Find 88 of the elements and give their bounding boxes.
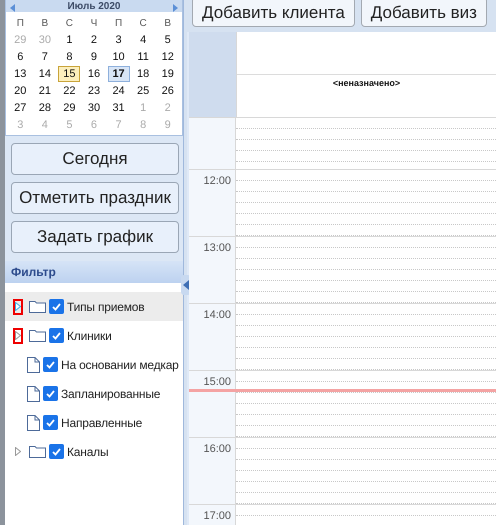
calendar-day[interactable]: 31	[108, 100, 130, 116]
folder-icon	[29, 300, 46, 313]
calendar-day[interactable]: 28	[34, 100, 56, 116]
previous-month-icon[interactable]	[10, 4, 15, 12]
weekday-label: Ч	[90, 17, 98, 31]
tree-item-label: На основании медкар	[61, 358, 179, 372]
tree-item[interactable]: Клиники	[5, 321, 183, 350]
checkbox[interactable]	[43, 415, 58, 430]
checkmark-icon	[46, 360, 55, 368]
calendar-day[interactable]: 19	[156, 66, 179, 82]
time-label: 15:00	[203, 376, 231, 389]
weekday-label: П	[16, 17, 25, 31]
tree-item[interactable]: Типы приемов	[5, 292, 183, 321]
calendar-day[interactable]: 1	[58, 32, 80, 48]
tree-item[interactable]: Каналы	[5, 437, 183, 466]
expand-triangle-icon[interactable]	[15, 302, 21, 311]
document-icon	[27, 414, 40, 430]
calendar-day[interactable]: 29	[58, 100, 80, 116]
calendar-day[interactable]: 5	[156, 32, 179, 48]
time-label: 13:00	[203, 242, 231, 255]
calendar-day[interactable]: 23	[82, 83, 105, 99]
checkbox[interactable]	[43, 357, 58, 372]
folder-icon	[29, 329, 46, 342]
calendar-day[interactable]: 3	[108, 32, 130, 48]
tree-item-label: Направленные	[61, 416, 142, 430]
calendar-day[interactable]: 4	[132, 32, 154, 48]
sidebar-button[interactable]: Задать график	[11, 221, 179, 253]
weekday-label: С	[138, 17, 148, 31]
calendar-day[interactable]: 21	[34, 83, 56, 99]
calendar-day[interactable]: 22	[58, 83, 80, 99]
calendar-day[interactable]: 8	[58, 49, 80, 65]
calendar-day[interactable]: 20	[9, 83, 32, 99]
calendar-day[interactable]: 15	[58, 66, 80, 82]
column-title: <неназначено>	[332, 77, 402, 88]
toolbar-button[interactable]: Добавить клиента	[192, 0, 355, 27]
calendar-day[interactable]: 14	[34, 66, 56, 82]
calendar-day[interactable]: 17	[108, 66, 130, 82]
time-label: 16:00	[203, 443, 231, 456]
tree-item[interactable]: На основании медкар	[5, 350, 183, 379]
calendar-day[interactable]: 30	[82, 100, 105, 116]
tree-item-label: Клиники	[67, 328, 112, 342]
calendar-day[interactable]: 7	[34, 49, 56, 65]
checkmark-icon	[52, 448, 61, 456]
weekday-label: В	[40, 17, 50, 31]
checkbox[interactable]	[49, 299, 64, 314]
time-label: 14:00	[203, 309, 231, 322]
time-label: 17:00	[203, 510, 231, 523]
calendar-day[interactable]: 12	[156, 49, 179, 65]
calendar-day[interactable]: 24	[108, 83, 130, 99]
sidebar-button[interactable]: Отметить праздник	[11, 182, 179, 214]
time-label: 12:00	[203, 175, 231, 188]
weekday-label: П	[114, 17, 124, 31]
folder-icon	[29, 445, 46, 458]
checkbox[interactable]	[43, 386, 58, 401]
checkmark-icon	[52, 302, 61, 310]
tree-item-label: Запланированные	[61, 386, 160, 400]
document-icon	[27, 386, 40, 402]
checkbox[interactable]	[49, 444, 64, 459]
toolbar-button[interactable]: Добавить виз	[360, 0, 487, 27]
next-month-icon[interactable]	[172, 4, 178, 12]
calendar-day[interactable]: 9	[82, 49, 105, 65]
filter-title: Фильтр	[11, 265, 56, 279]
weekday-label: С	[64, 17, 74, 31]
calendar-day[interactable]: 18	[132, 66, 154, 82]
calendar-day[interactable]: 25	[132, 83, 154, 99]
weekday-label: В	[163, 17, 172, 31]
highlight-frame[interactable]	[13, 298, 23, 314]
checkmark-icon	[52, 332, 61, 340]
tree-item[interactable]: Направленные	[5, 408, 183, 437]
document-icon	[27, 356, 40, 372]
calendar-day[interactable]: 11	[132, 49, 154, 65]
expand-triangle-icon[interactable]	[15, 447, 21, 456]
expand-triangle-icon[interactable]	[15, 331, 21, 340]
calendar-day[interactable]: 27	[9, 100, 32, 116]
calendar-day[interactable]: 26	[156, 83, 179, 99]
checkbox[interactable]	[49, 328, 64, 343]
calendar-day[interactable]: 2	[82, 32, 105, 48]
tree-item-label: Каналы	[67, 444, 108, 458]
calendar-day[interactable]: 16	[82, 66, 105, 82]
sidebar-button[interactable]: Сегодня	[11, 143, 179, 175]
calendar-day[interactable]: 10	[108, 49, 130, 65]
checkmark-icon	[46, 390, 55, 398]
checkmark-icon	[46, 418, 55, 426]
calendar-day[interactable]: 6	[9, 49, 32, 65]
calendar-day[interactable]: 13	[9, 66, 32, 82]
tree-item[interactable]: Запланированные	[5, 379, 183, 408]
tree-item-label: Типы приемов	[67, 300, 144, 314]
highlight-frame[interactable]	[13, 328, 23, 344]
